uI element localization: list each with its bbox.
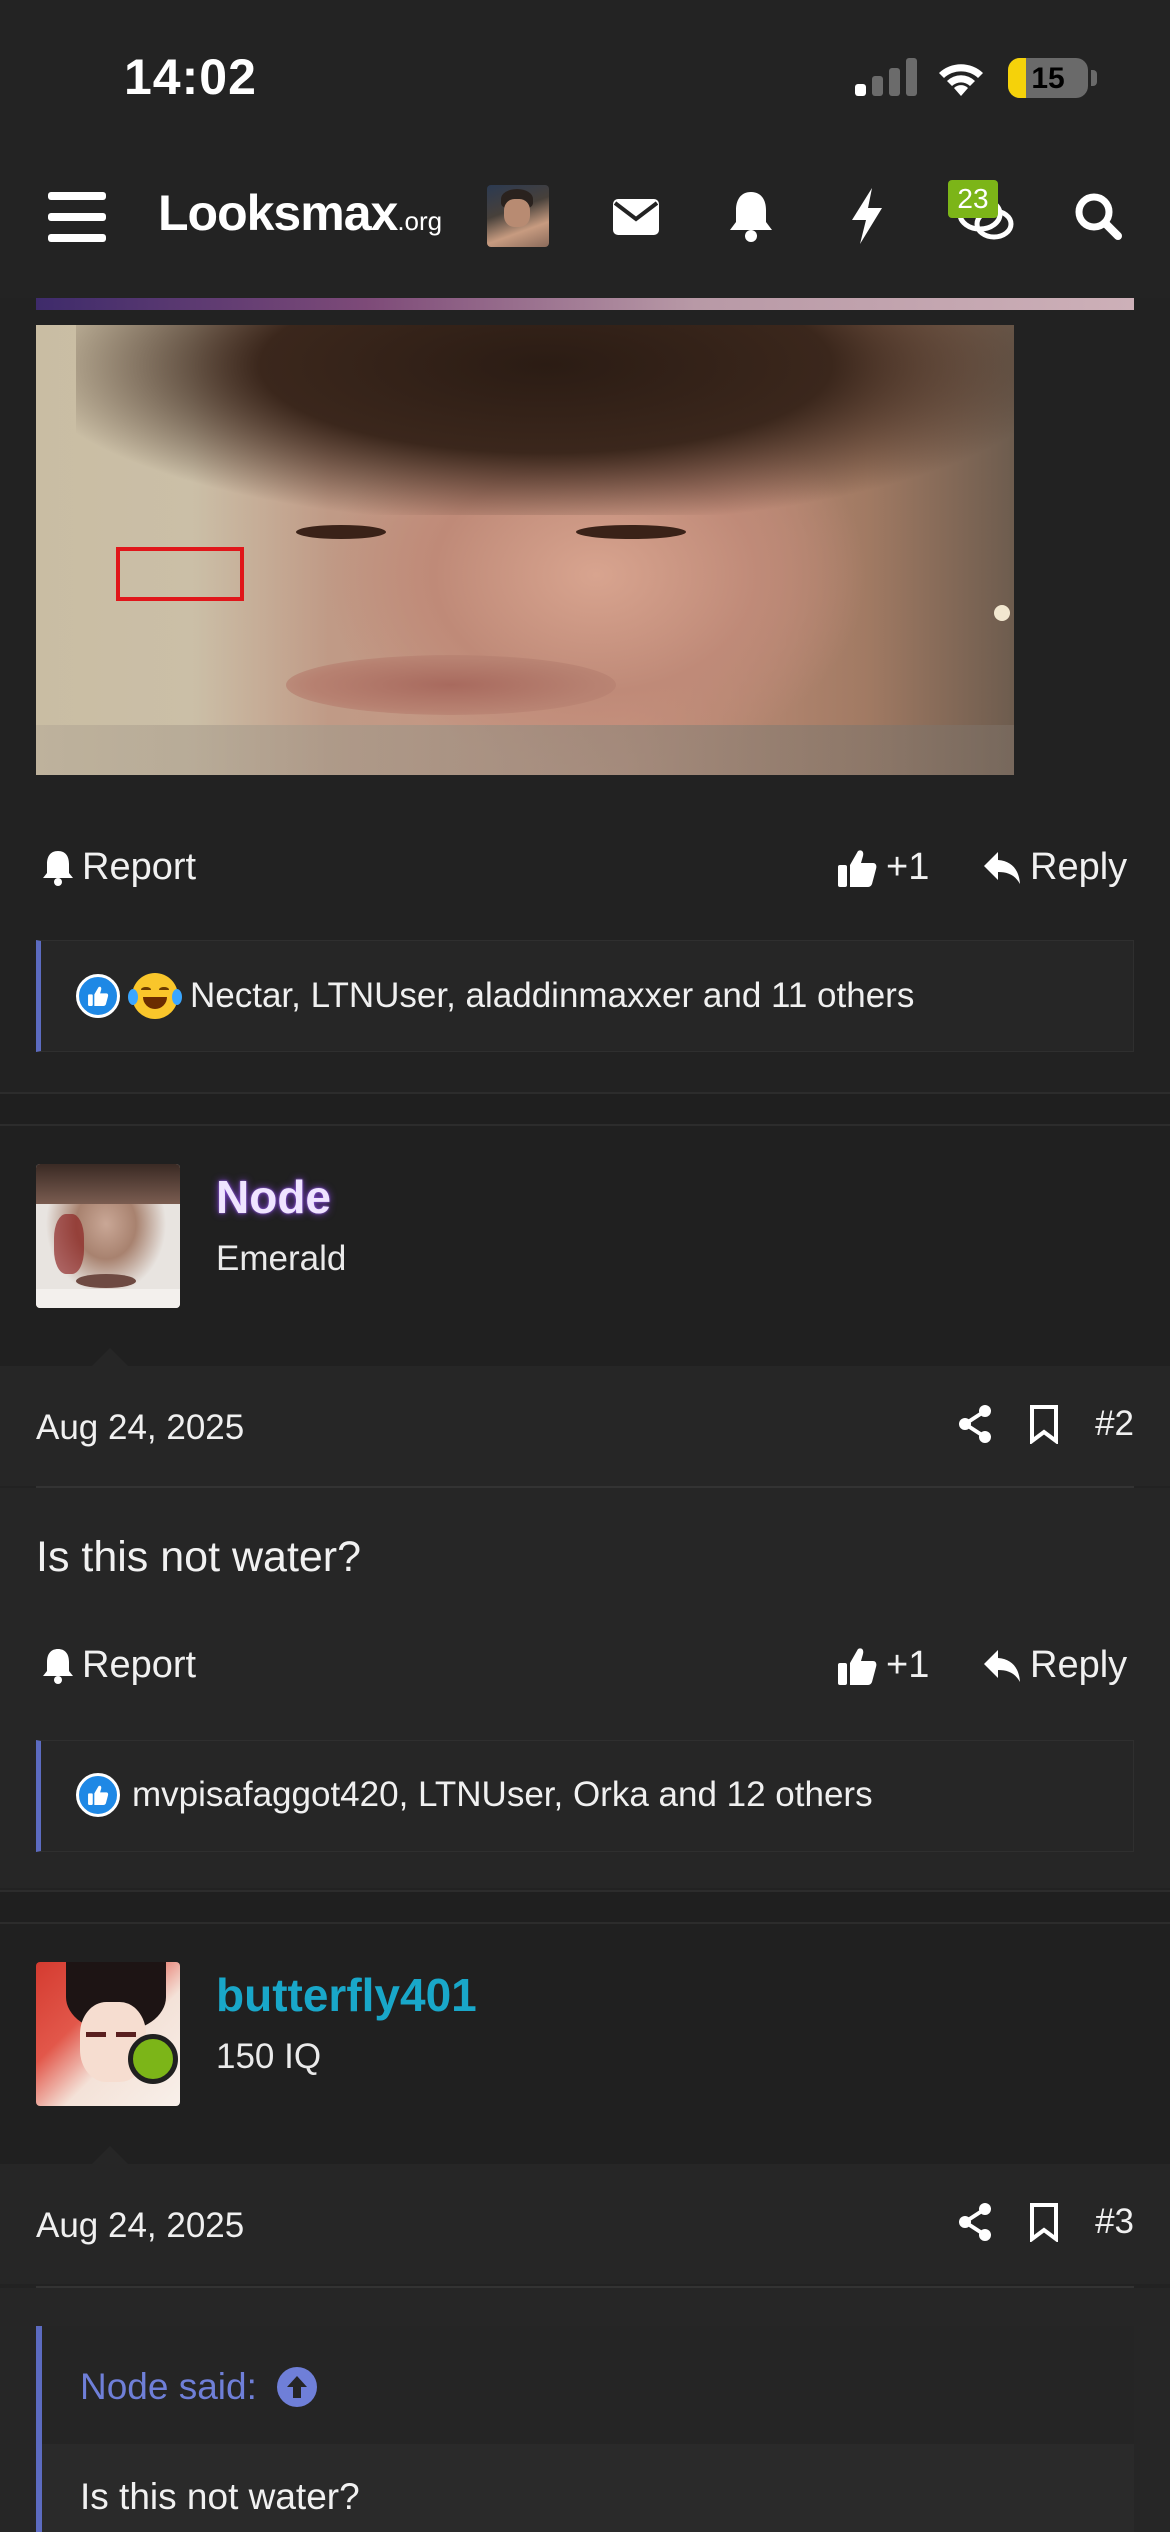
- account-avatar[interactable]: [487, 185, 549, 247]
- post2-user-header: Node Emerald: [0, 1126, 1170, 1370]
- username-node[interactable]: Node: [216, 1170, 331, 1224]
- user-title-node: Emerald: [216, 1239, 347, 1278]
- logo-main: Looksmax: [158, 185, 398, 241]
- username-butterfly401[interactable]: butterfly401: [216, 1968, 477, 2022]
- like-reaction-icon: [76, 1773, 120, 1817]
- laugh-cry-reaction-icon: [128, 973, 182, 1019]
- like-count: +1: [886, 1644, 930, 1686]
- reply-label: Reply: [1030, 1644, 1128, 1686]
- post-number[interactable]: #3: [1095, 2202, 1134, 2242]
- reply-button[interactable]: Reply: [982, 846, 1127, 889]
- reply-button[interactable]: Reply: [982, 1644, 1127, 1687]
- bookmark-icon[interactable]: [1029, 2202, 1059, 2242]
- status-time: 14:02: [124, 49, 257, 105]
- post3-meta: Aug 24, 2025 #3: [0, 2164, 1170, 2284]
- post-number[interactable]: #2: [1095, 1404, 1134, 1444]
- report-label: Report: [82, 846, 197, 888]
- red-highlight-box: [116, 547, 244, 601]
- quote-header: Node said:: [42, 2326, 1134, 2444]
- share-icon[interactable]: [957, 1404, 993, 1444]
- report-label: Report: [82, 1644, 197, 1686]
- image-earring: [994, 605, 1010, 621]
- user-title-butterfly401: 150 IQ: [216, 2037, 322, 2076]
- search-icon[interactable]: [1074, 192, 1122, 245]
- post2-action-bar: Report +1 Reply: [0, 1636, 1170, 1696]
- reaction-users[interactable]: Nectar, LTNUser, aladdinmaxxer and 11 ot…: [190, 976, 914, 1016]
- report-button[interactable]: Report: [42, 846, 196, 889]
- conversations-badge: 23: [948, 180, 998, 218]
- post-date[interactable]: Aug 24, 2025: [36, 2206, 244, 2246]
- online-status-indicator: [128, 2034, 178, 2084]
- quote-author: Node said:: [80, 2366, 257, 2407]
- top-navbar: Looksmax.org 23: [0, 150, 1170, 298]
- post3-quote: Node said: Is this not water?: [36, 2326, 1134, 2532]
- thumbs-up-icon: [838, 1647, 877, 1685]
- battery-level: 15: [1031, 62, 1065, 95]
- wifi-icon: [935, 56, 987, 103]
- reply-icon: [984, 851, 1020, 884]
- image-neck: [36, 725, 1014, 775]
- inbox-icon[interactable]: [612, 198, 660, 241]
- post2-message: Is this not water?: [36, 1533, 362, 1581]
- quote-text: Is this not water?: [80, 2476, 360, 2517]
- bell-icon[interactable]: [728, 190, 774, 247]
- quote-author-link[interactable]: Node said:: [80, 2366, 317, 2408]
- bell-icon: [43, 850, 73, 886]
- battery-icon: 15: [1008, 58, 1088, 98]
- post2-meta: Aug 24, 2025 #2: [0, 1366, 1170, 1486]
- post-date[interactable]: Aug 24, 2025: [36, 1408, 244, 1448]
- post-separator: [0, 1890, 1170, 1924]
- like-reaction-icon: [76, 974, 120, 1018]
- post-image[interactable]: [36, 325, 1014, 775]
- thumbs-up-icon: [838, 849, 877, 887]
- cellular-signal-icon: [855, 58, 917, 96]
- report-button[interactable]: Report: [42, 1644, 196, 1687]
- previous-image-edge: [36, 298, 1134, 310]
- logo-sub: .org: [397, 206, 443, 236]
- like-button[interactable]: +1: [836, 1644, 929, 1687]
- image-lips: [286, 655, 616, 715]
- jump-to-quote-icon[interactable]: [276, 2367, 317, 2407]
- post3-user-header: butterfly401 150 IQ: [0, 1924, 1170, 2168]
- reply-icon: [984, 1649, 1020, 1682]
- post1-action-bar: Report +1 Reply: [0, 838, 1170, 898]
- like-count: +1: [886, 846, 930, 888]
- site-logo[interactable]: Looksmax.org: [158, 184, 442, 244]
- menu-icon[interactable]: [48, 192, 106, 242]
- bell-icon: [43, 1648, 73, 1684]
- status-bar: 14:02 15: [0, 0, 1170, 150]
- reaction-users[interactable]: mvpisafaggot420, LTNUser, Orka and 12 ot…: [132, 1775, 873, 1815]
- reply-label: Reply: [1030, 846, 1128, 888]
- share-icon[interactable]: [957, 2202, 993, 2242]
- lightning-icon[interactable]: [850, 188, 884, 249]
- like-button[interactable]: +1: [836, 846, 929, 889]
- post-separator: [0, 1092, 1170, 1126]
- post2-reactions-bar[interactable]: mvpisafaggot420, LTNUser, Orka and 12 ot…: [36, 1740, 1134, 1852]
- image-hair: [76, 325, 1014, 515]
- post1-reactions-bar[interactable]: Nectar, LTNUser, aladdinmaxxer and 11 ot…: [36, 940, 1134, 1052]
- bookmark-icon[interactable]: [1029, 1404, 1059, 1444]
- user-avatar-node[interactable]: [36, 1164, 180, 1308]
